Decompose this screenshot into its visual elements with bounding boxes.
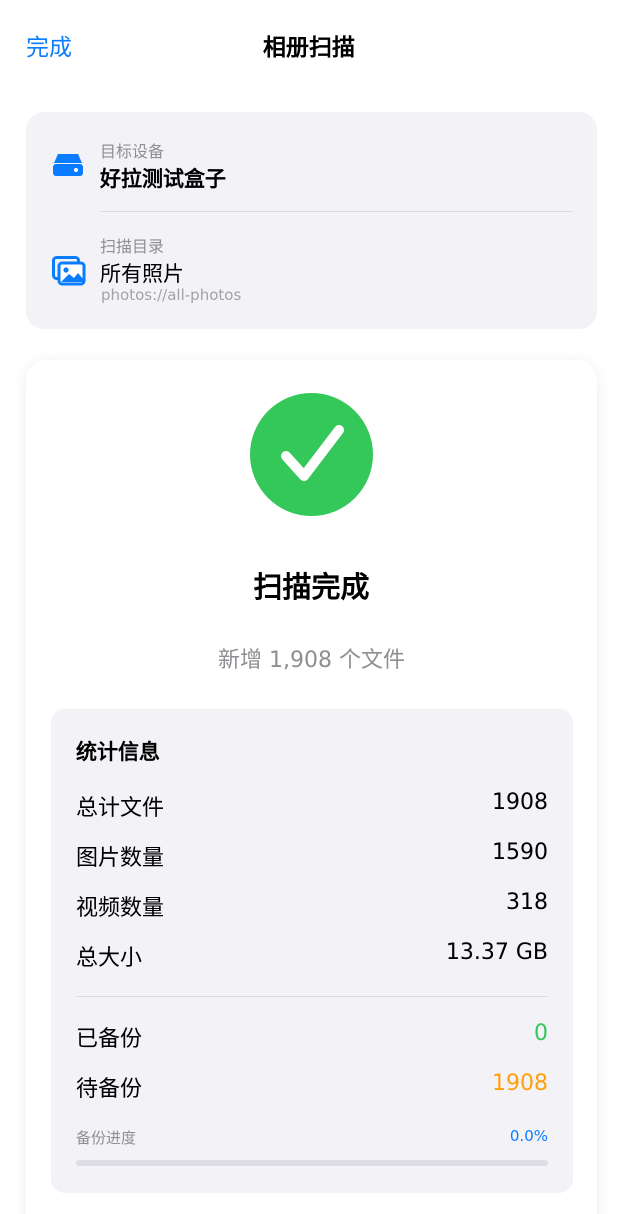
stat-label: 视频数量 (76, 896, 165, 921)
backup-progress-bar (76, 1160, 548, 1166)
stat-value: 1908 (492, 790, 548, 815)
target-device-label: 目标设备 (100, 142, 165, 161)
photos-icon (52, 256, 86, 290)
stat-row-total-files: 总计文件 1908 (76, 790, 548, 821)
stat-label: 总计文件 (76, 796, 165, 821)
stat-value: 13.37 GB (445, 940, 548, 965)
result-subtitle: 新增 1,908 个文件 (218, 648, 405, 673)
stat-row-image-count: 图片数量 1590 (76, 840, 548, 871)
stat-row-backed-up: 已备份 0 (76, 1021, 548, 1052)
stat-value: 318 (506, 890, 548, 915)
backed-up-value: 0 (534, 1021, 548, 1046)
scan-directory-row: 扫描目录 所有照片 (26, 212, 597, 329)
drive-icon (52, 152, 84, 182)
page-title: 相册扫描 (263, 35, 355, 61)
backup-progress-percent: 0.0% (509, 1127, 548, 1145)
backup-progress-label: 备份进度 (76, 1129, 137, 1147)
target-device-row: 目标设备 好拉测试盒子 (26, 112, 597, 211)
stat-row-pending-backup: 待备份 1908 (76, 1071, 548, 1102)
navigation-bar: 完成 相册扫描 (0, 0, 618, 90)
stat-label: 已备份 (76, 1027, 143, 1052)
scan-result-sheet: 完成 相册扫描 目标设备 好拉测试盒子 扫描目录 所有照片 photos://a… (0, 0, 618, 1214)
scan-directory-value: 所有照片 (100, 262, 184, 286)
scan-target-card: 目标设备 好拉测试盒子 扫描目录 所有照片 photos://all-photo… (26, 112, 597, 329)
target-device-value: 好拉测试盒子 (100, 167, 226, 191)
stat-row-total-size: 总大小 13.37 GB (76, 940, 548, 971)
pending-backup-value: 1908 (492, 1071, 548, 1096)
stat-label: 总大小 (76, 946, 143, 971)
stat-row-video-count: 视频数量 318 (76, 890, 548, 921)
statistics-title: 统计信息 (76, 740, 160, 764)
scan-directory-label: 扫描目录 (100, 237, 165, 256)
result-title: 扫描完成 (253, 570, 370, 604)
stat-label: 待备份 (76, 1077, 143, 1102)
scan-directory-path: photos://all-photos (101, 286, 242, 304)
statistics-panel: 统计信息 总计文件 1908 图片数量 1590 视频数量 318 总大小 13… (51, 709, 573, 1193)
stat-label: 图片数量 (76, 846, 165, 871)
checkmark-circle-icon (250, 393, 373, 516)
scan-result-card: 扫描完成 新增 1,908 个文件 统计信息 总计文件 1908 图片数量 15… (26, 360, 597, 1214)
stat-value: 1590 (492, 840, 548, 865)
stats-divider (76, 996, 548, 997)
